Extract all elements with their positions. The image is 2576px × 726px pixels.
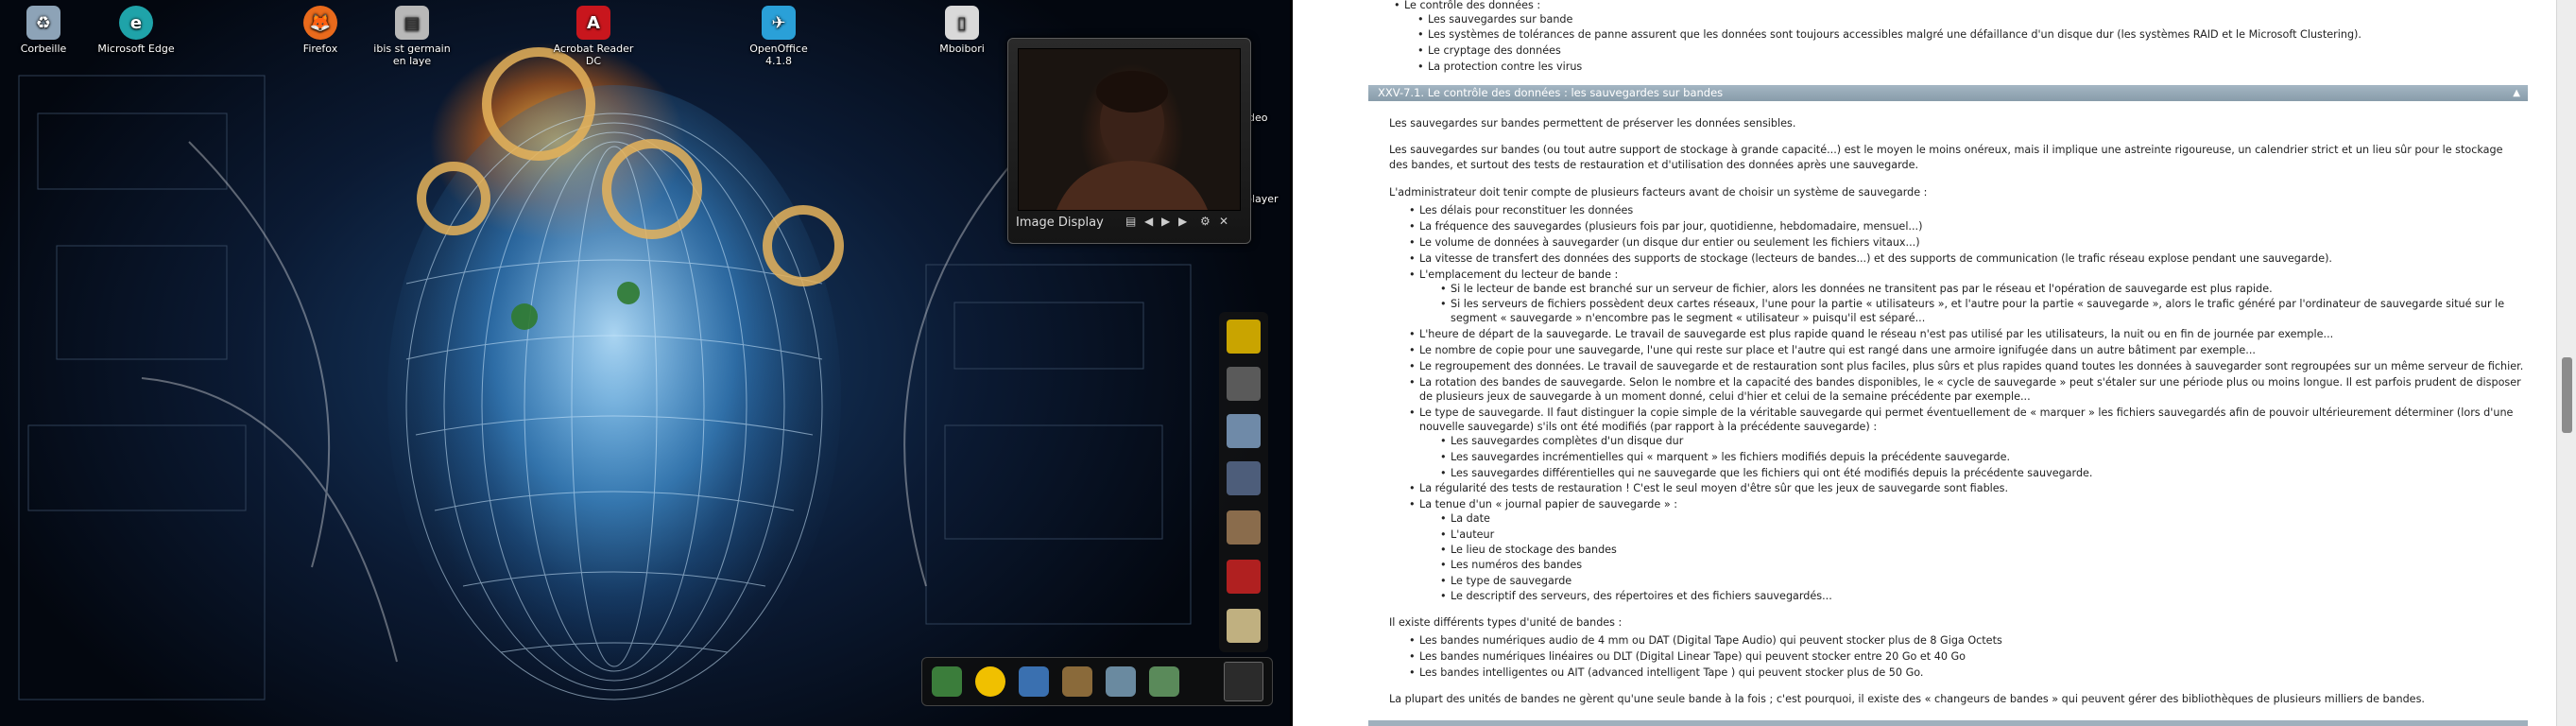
next-section-header[interactable]	[1368, 720, 2528, 726]
section-title: XXV-7.1. Le contrôle des données : les s…	[1378, 86, 1724, 99]
media-icon[interactable]	[1227, 560, 1261, 594]
creative-park-icon[interactable]	[1227, 320, 1261, 354]
acrobat-icon: A	[576, 6, 610, 40]
list-item: La tenue d'un « journal papier de sauveg…	[1409, 498, 1677, 510]
toolbox-icon[interactable]	[1227, 367, 1261, 401]
desktop-icon-ibis[interactable]: ▤ ibis st germain en laye	[369, 6, 455, 67]
list-item: L'heure de départ de la sauvegarde. Le t…	[1409, 328, 2333, 340]
list-item: Le nombre de copie pour une sauvegarde, …	[1409, 344, 2256, 356]
gadget-sidebar	[1219, 312, 1268, 652]
photo-stack-icon[interactable]	[1227, 414, 1261, 448]
desktop-icon-acrobat[interactable]: A Acrobat Reader DC	[550, 6, 637, 67]
paragraph: Les sauvegardes sur bandes permettent de…	[1389, 117, 1796, 130]
portrait-icon[interactable]	[1227, 609, 1261, 643]
list-item: Le type de sauvegarde	[1440, 575, 1571, 587]
list-item: Les sauvegardes incrémentielles qui « ma…	[1440, 451, 2010, 463]
list-item-continuation: nouvelle sauvegarde) s'ils ont été modif…	[1419, 421, 1878, 433]
next-icon[interactable]: ▶	[1178, 215, 1187, 228]
paragraph: La plupart des unités de bandes ne gèren…	[1389, 693, 2425, 705]
list-item: L'emplacement du lecteur de bande :	[1409, 268, 1618, 281]
recycle-bin-icon: ♻	[26, 6, 60, 40]
desktop-icon-edge[interactable]: e Microsoft Edge	[93, 6, 180, 55]
previous-icon[interactable]: ◀	[1144, 215, 1153, 228]
image-display-photo	[1018, 48, 1241, 211]
show-desktop-button[interactable]	[1224, 662, 1263, 701]
paragraph: Il existe différents types d'unité de ba…	[1389, 616, 1623, 629]
list-item: Le contrôle des données :	[1394, 0, 1540, 11]
desktop-icon-recycle-bin[interactable]: ♻ Corbeille	[0, 6, 87, 55]
settings-tool-icon[interactable]	[1149, 666, 1179, 697]
desktop-label-ideo[interactable]: ideo	[1245, 112, 1290, 124]
list-item: Si le lecteur de bande est branché sur u…	[1440, 283, 2273, 295]
list-item: La régularité des tests de restauration …	[1409, 482, 2008, 494]
documents-icon[interactable]	[1106, 666, 1136, 697]
list-item: Les sauvegardes complètes d'un disque du…	[1440, 435, 1683, 447]
list-item-continuation: segment « sauvegarde » n'encombre pas le…	[1451, 312, 1926, 324]
list-item: Le regroupement des données. Le travail …	[1409, 360, 2523, 372]
openoffice-icon: ✈	[762, 6, 796, 40]
file-icon: ▯	[945, 6, 979, 40]
list-item: Le volume de données à sauvegarder (un d…	[1409, 236, 1920, 249]
photo-grid-icon[interactable]	[1227, 510, 1261, 544]
monitor-icon[interactable]	[1227, 461, 1261, 495]
list-item: La date	[1440, 512, 1490, 525]
firefox-icon: 🦊	[303, 6, 337, 40]
list-item: Les bandes numériques linéaires ou DLT (…	[1409, 650, 1966, 663]
settings-icon[interactable]: ⚙	[1200, 215, 1211, 228]
view-mode-icon[interactable]: ▤	[1125, 215, 1136, 228]
desktop: ♻ Corbeille e Microsoft Edge 🦊 Firefox ▤…	[0, 0, 1290, 726]
list-item: Le lieu de stockage des bandes	[1440, 544, 1617, 556]
document-page: Le contrôle des données : Les sauvegarde…	[1293, 0, 2556, 726]
list-item-continuation: de plusieurs jeux de sauvegarde à un mom…	[1419, 390, 2031, 403]
dock	[921, 657, 1273, 706]
desktop-icon-openoffice[interactable]: ✈ OpenOffice 4.1.8	[735, 6, 822, 67]
image-display-gadget[interactable]: Image Display ▤ ◀ ▶ ▶ ⚙ ✕	[1007, 38, 1251, 244]
users-icon[interactable]	[1062, 666, 1092, 697]
list-item: Les sauvegardes différentielles qui ne s…	[1440, 467, 2092, 479]
globe-icon[interactable]	[1019, 666, 1049, 697]
paragraph: Les sauvegardes sur bandes (ou tout autr…	[1389, 144, 2503, 156]
list-item: Les bandes numériques audio de 4 mm ou D…	[1409, 634, 2002, 647]
list-item: Les systèmes de tolérances de panne assu…	[1417, 28, 2361, 41]
vertical-scrollbar[interactable]	[2556, 0, 2576, 726]
list-item: Les bandes intelligentes ou AIT (advance…	[1409, 666, 1923, 679]
play-icon[interactable]: ▶	[1161, 215, 1170, 228]
scrollbar-thumb[interactable]	[2562, 357, 2572, 433]
list-item: L'auteur	[1440, 528, 1494, 541]
list-item: La rotation des bandes de sauvegarde. Se…	[1409, 376, 2521, 389]
list-item: Les numéros des bandes	[1440, 559, 1582, 571]
list-item: La vitesse de transfert des données des …	[1409, 252, 2332, 265]
explorer-icon[interactable]	[932, 666, 962, 697]
section-header[interactable]: XXV-7.1. Le contrôle des données : les s…	[1368, 85, 2528, 101]
list-item: Le cryptage des données	[1417, 44, 1561, 57]
document-icon: ▤	[395, 6, 429, 40]
smiley-icon[interactable]	[975, 666, 1005, 697]
close-icon[interactable]: ✕	[1219, 215, 1228, 228]
desktop-label-player[interactable]: player	[1245, 193, 1290, 205]
list-item: Les sauvegardes sur bande	[1417, 13, 1572, 26]
edge-icon: e	[119, 6, 153, 40]
list-item: La fréquence des sauvegardes (plusieurs …	[1409, 220, 1922, 233]
collapse-arrow-icon[interactable]: ▲	[2503, 85, 2520, 101]
desktop-icon-mboibori[interactable]: ▯ Mboibori	[919, 6, 1005, 55]
list-item: Le descriptif des serveurs, des répertoi…	[1440, 590, 1832, 602]
image-display-caption: Image Display	[1016, 216, 1104, 230]
paragraph: des bandes, et surtout des tests de rest…	[1389, 159, 1919, 171]
list-item: Si les serveurs de fichiers possèdent de…	[1440, 298, 2504, 310]
paragraph: L'administrateur doit tenir compte de pl…	[1389, 186, 1928, 199]
list-item: Le type de sauvegarde. Il faut distingue…	[1409, 406, 2513, 419]
list-item: La protection contre les virus	[1417, 60, 1582, 73]
desktop-icon-firefox[interactable]: 🦊 Firefox	[277, 6, 364, 55]
list-item: Les délais pour reconstituer les données	[1409, 204, 1633, 216]
